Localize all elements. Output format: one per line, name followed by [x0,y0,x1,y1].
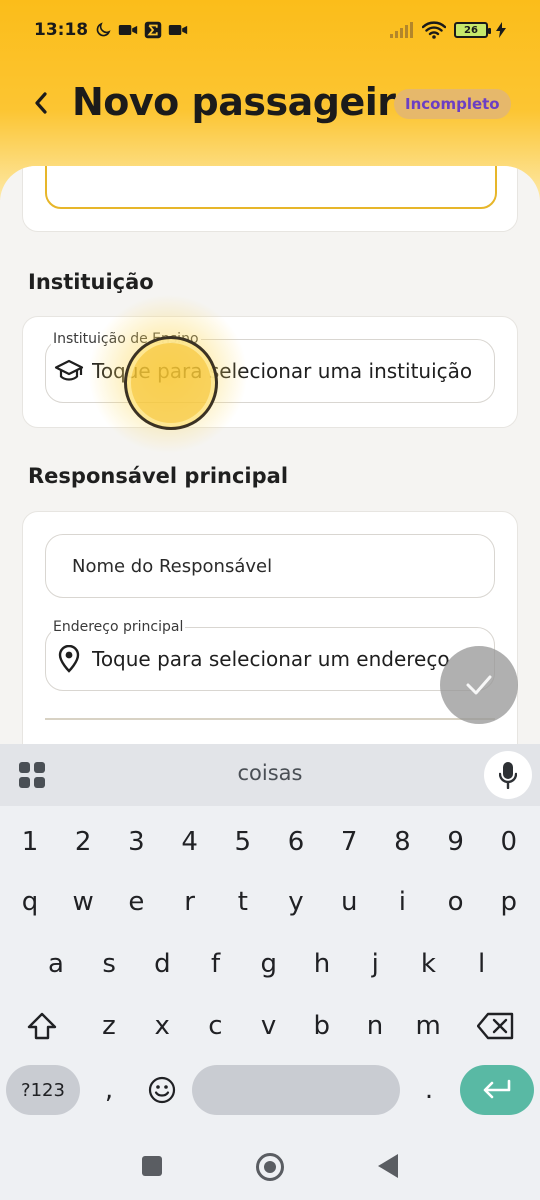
key-c[interactable]: c [189,998,241,1054]
key-a[interactable]: a [30,936,82,992]
keyboard-row-3: zxcvbnm [0,998,540,1054]
guardian-card: Nome do Responsável Toque para seleciona… [22,511,518,746]
key-h[interactable]: h [296,936,348,992]
symbols-key[interactable]: ?123 [6,1065,80,1115]
sigma-icon [144,21,162,39]
key-8[interactable]: 8 [376,814,428,870]
backspace-key[interactable] [468,998,524,1054]
back-button[interactable] [378,1154,398,1178]
soft-keyboard: coisas 1234567890 qwertyuiop asdfghjkl z… [0,744,540,1200]
keyboard-toolbar: coisas [0,744,540,806]
guardian-section-label: Responsável principal [28,464,289,488]
space-key[interactable] [192,1065,400,1115]
video-camera-icon [118,25,138,35]
enter-icon [483,1079,511,1099]
key-q[interactable]: q [4,874,56,930]
key-m[interactable]: m [402,998,454,1054]
guardian-name-input[interactable]: Nome do Responsável [45,534,495,598]
keyboard-row-2: asdfghjkl [0,936,540,992]
key-2[interactable]: 2 [57,814,109,870]
period-key[interactable]: . [406,1062,452,1118]
key-e[interactable]: e [110,874,162,930]
key-4[interactable]: 4 [164,814,216,870]
key-s[interactable]: s [83,936,135,992]
touch-indicator [124,336,218,430]
chevron-left-icon[interactable] [26,86,56,120]
guardian-name-placeholder: Nome do Responsável [72,555,273,577]
guardian-address-field[interactable]: Toque para selecionar um endereço [45,627,495,691]
video-camera-icon [168,25,188,35]
enter-key[interactable] [460,1065,534,1115]
system-nav-bar [0,1134,540,1200]
key-u[interactable]: u [323,874,375,930]
key-o[interactable]: o [430,874,482,930]
keyboard-number-row: 1234567890 [0,814,540,870]
status-bar: 13:18 26 [0,0,540,60]
key-l[interactable]: l [456,936,508,992]
mic-button[interactable] [484,751,532,799]
status-time: 13:18 [34,20,89,40]
shift-key[interactable] [14,998,70,1054]
wifi-icon [422,21,446,39]
key-d[interactable]: d [136,936,188,992]
guardian-address-placeholder: Toque para selecionar um endereço [92,647,450,671]
key-j[interactable]: j [349,936,401,992]
key-7[interactable]: 7 [323,814,375,870]
page-title: Novo passageiro [72,80,422,124]
key-0[interactable]: 0 [483,814,535,870]
key-g[interactable]: g [243,936,295,992]
key-k[interactable]: k [402,936,454,992]
moon-icon [96,22,111,37]
status-left-icons [94,21,188,39]
key-w[interactable]: w [57,874,109,930]
title-bar: Novo passageiro Incompleto [0,76,540,132]
location-pin-icon [54,644,84,674]
field-divider [45,718,495,720]
key-5[interactable]: 5 [217,814,269,870]
keyboard-bottom-row: ?123 , . [0,1062,540,1118]
key-b[interactable]: b [296,998,348,1054]
check-icon [466,675,492,695]
key-v[interactable]: v [243,998,295,1054]
key-x[interactable]: x [136,998,188,1054]
key-9[interactable]: 9 [430,814,482,870]
battery-icon: 26 [454,22,491,38]
graduation-cap-icon [54,356,84,386]
key-6[interactable]: 6 [270,814,322,870]
institution-section-label: Instituição [28,270,154,294]
keyboard-row-1: qwertyuiop [0,874,540,930]
key-3[interactable]: 3 [110,814,162,870]
key-z[interactable]: z [83,998,135,1054]
shift-icon [27,1012,57,1040]
guardian-address-label: Endereço principal [51,619,186,635]
home-button[interactable] [256,1153,284,1181]
key-p[interactable]: p [483,874,535,930]
key-y[interactable]: y [270,874,322,930]
focused-input[interactable] [45,166,497,209]
emoji-icon [148,1076,176,1104]
key-n[interactable]: n [349,998,401,1054]
charging-bolt-icon [496,22,506,38]
key-t[interactable]: t [217,874,269,930]
key-r[interactable]: r [164,874,216,930]
backspace-icon [477,1012,514,1040]
status-right-icons: 26 [390,21,506,39]
comma-key[interactable]: , [86,1062,132,1118]
signal-icon [390,22,413,38]
emoji-key[interactable] [138,1062,186,1118]
key-1[interactable]: 1 [4,814,56,870]
status-badge: Incompleto [394,89,511,119]
mic-icon [499,762,517,789]
previous-section-card [22,166,518,232]
save-fab-button[interactable] [440,646,518,724]
recents-button[interactable] [142,1156,162,1176]
key-i[interactable]: i [376,874,428,930]
keyboard-suggestion[interactable]: coisas [0,761,540,785]
key-f[interactable]: f [190,936,242,992]
